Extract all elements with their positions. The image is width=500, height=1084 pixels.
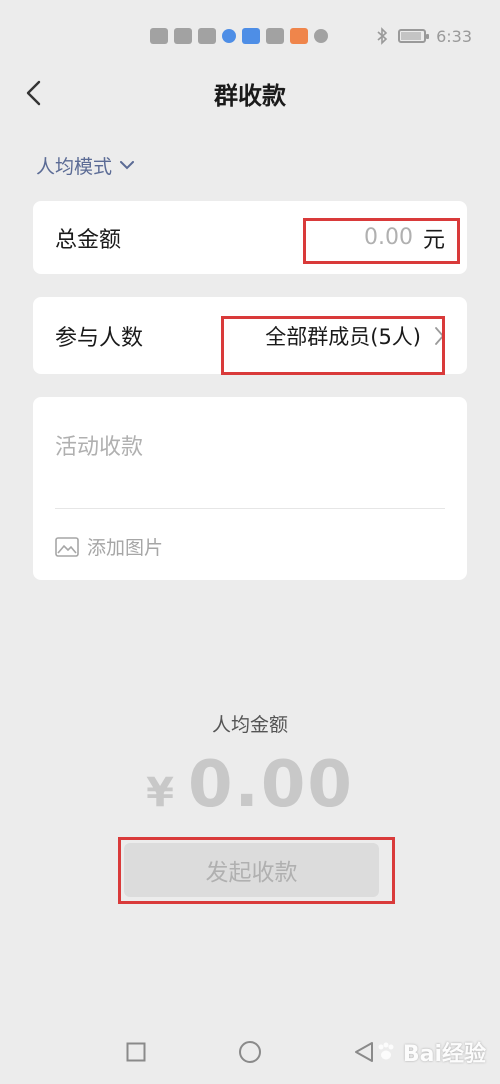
image-icon [55, 536, 79, 557]
android-icon [314, 29, 329, 43]
add-image-label: 添加图片 [87, 537, 164, 559]
chevron-down-icon [120, 160, 135, 169]
app-notification-icon [222, 29, 237, 43]
battery-icon [398, 29, 430, 43]
note-card: 添加图片 [33, 397, 467, 580]
divider [55, 508, 445, 509]
per-person-label: 人均金额 [211, 714, 288, 736]
bluetooth-icon [377, 27, 388, 45]
back-icon[interactable] [18, 78, 48, 108]
start-collection-button[interactable]: 发起收款 [124, 843, 379, 897]
participants-selector[interactable]: 全部群成员(5人) [265, 321, 445, 351]
add-image-button[interactable]: 添加图片 [55, 533, 163, 560]
participants-label: 参与人数 [55, 325, 144, 351]
total-amount-input[interactable] [312, 225, 413, 250]
status-time: 6:33 [436, 26, 472, 46]
watermark-text: Bai经验 [402, 1042, 486, 1067]
total-amount-label: 总金额 [55, 227, 122, 253]
participants-card[interactable]: 参与人数 全部群成员(5人) [33, 297, 467, 374]
total-amount-card: 总金额 元 [33, 201, 467, 274]
square-icon [126, 1042, 146, 1062]
home-button[interactable] [230, 1032, 270, 1072]
participants-value: 全部群成员(5人) [265, 324, 421, 349]
per-person-value: 0.00 [187, 748, 354, 822]
app-icon [290, 28, 309, 44]
triangle-back-icon [355, 1042, 373, 1062]
mode-label: 人均模式 [36, 155, 113, 178]
page-title: 群收款 [214, 81, 286, 110]
paw-icon [378, 1042, 394, 1060]
currency-symbol: ¥ [146, 770, 174, 816]
4g-signal-icon [174, 28, 193, 44]
navigation-bar: 群收款 [0, 60, 500, 126]
mode-selector[interactable]: 人均模式 [36, 150, 135, 180]
wifi-icon [198, 28, 217, 44]
amount-box: 元 [312, 222, 445, 254]
chevron-right-icon [435, 326, 445, 345]
per-person-amount: ¥ 0.00 [0, 748, 500, 822]
browser-icon [242, 28, 261, 44]
watermark: Bai经验 [375, 1036, 486, 1068]
text-icon [266, 28, 285, 44]
hd-icon [150, 28, 169, 44]
circle-icon [239, 1041, 261, 1063]
amount-unit: 元 [422, 227, 445, 253]
recent-apps-button[interactable] [116, 1032, 156, 1072]
status-right: 6:33 [376, 27, 472, 46]
status-icons [150, 28, 329, 44]
note-input[interactable] [55, 435, 445, 460]
